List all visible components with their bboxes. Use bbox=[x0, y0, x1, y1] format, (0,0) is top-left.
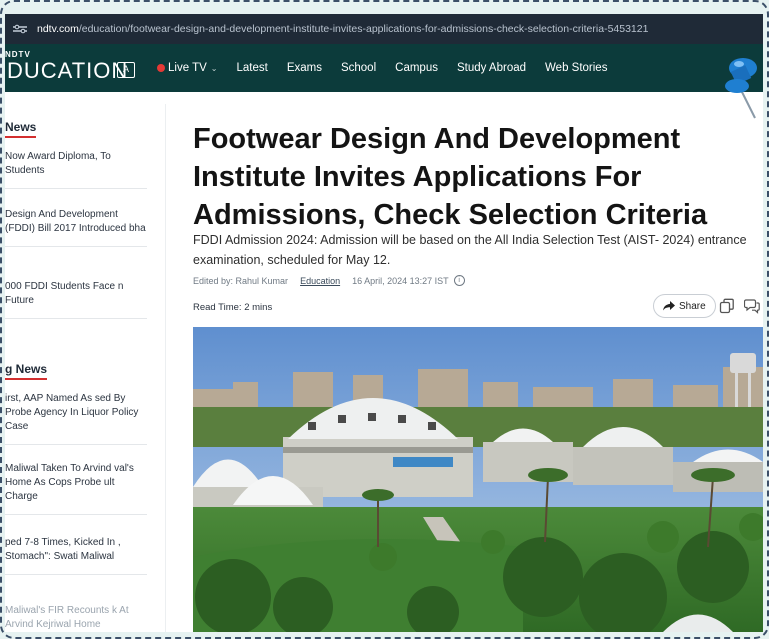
sidebar-trending-item[interactable]: Maliwal's FIR Recounts k At Arvind Kejri… bbox=[5, 604, 147, 632]
site-navbar: NDTV DUCATION A Live TV ⌄ Latest Exams S… bbox=[5, 44, 763, 92]
nav-school[interactable]: School bbox=[341, 62, 376, 74]
share-label: Share bbox=[679, 300, 706, 312]
column-divider bbox=[165, 104, 166, 632]
nav-latest[interactable]: Latest bbox=[236, 62, 267, 74]
sidebar-trending-item[interactable]: ped 7-8 Times, Kicked In , Stomach": Swa… bbox=[5, 536, 147, 575]
sidebar-section-title: News bbox=[5, 120, 37, 138]
sidebar-news-item[interactable]: Design And Development (FDDI) Bill 2017 … bbox=[5, 208, 147, 247]
url-path: /education/footwear-design-and-developme… bbox=[78, 23, 649, 35]
address-bar[interactable]: ndtv.com/education/footwear-design-and-d… bbox=[5, 14, 763, 44]
share-icon bbox=[663, 301, 675, 311]
read-time: Read Time: 2 mins bbox=[193, 302, 273, 313]
pushpin-icon bbox=[725, 58, 757, 119]
nav-web-stories[interactable]: Web Stories bbox=[545, 62, 607, 74]
sidebar-news-item[interactable]: Now Award Diploma, To Students bbox=[5, 150, 147, 189]
nav-live-tv[interactable]: Live TV ⌄ bbox=[157, 62, 217, 74]
nav-campus[interactable]: Campus bbox=[395, 62, 438, 74]
nav-live-label: Live TV bbox=[168, 62, 207, 74]
sidebar-trending-item[interactable]: Maliwal Taken To Arvind val's Home As Co… bbox=[5, 462, 147, 515]
left-sidebar: News Now Award Diploma, To Students Desi… bbox=[5, 92, 155, 632]
info-icon[interactable]: i bbox=[453, 275, 465, 286]
nav-exams[interactable]: Exams bbox=[287, 62, 322, 74]
nav-links: Live TV ⌄ Latest Exams School Campus Stu… bbox=[157, 44, 626, 92]
nav-study-abroad[interactable]: Study Abroad bbox=[457, 62, 526, 74]
article-editor: Edited by: Rahul Kumar bbox=[193, 275, 289, 286]
url-domain: ndtv.com bbox=[37, 23, 79, 35]
language-icon[interactable]: A bbox=[117, 62, 135, 78]
article-meta: Edited by: Rahul Kumar Education 16 Apri… bbox=[193, 275, 465, 286]
article-photo bbox=[193, 327, 763, 632]
sidebar-trending-item[interactable]: irst, AAP Named As sed By Probe Agency I… bbox=[5, 392, 147, 445]
copy-icon[interactable] bbox=[719, 298, 735, 314]
url-text[interactable]: ndtv.com/education/footwear-design-and-d… bbox=[37, 23, 648, 35]
article-headline: Footwear Design And Development Institut… bbox=[193, 123, 708, 231]
logo-education: DUCATION bbox=[7, 58, 129, 83]
comment-icon[interactable] bbox=[744, 298, 760, 314]
article-date: 16 April, 2024 13:27 IST bbox=[352, 275, 449, 286]
share-button[interactable]: Share bbox=[653, 294, 716, 318]
sidebar-section-title: g News bbox=[5, 362, 48, 380]
article-category-link[interactable]: Education bbox=[300, 276, 340, 286]
chevron-down-icon: ⌄ bbox=[210, 63, 218, 73]
live-dot-icon bbox=[157, 64, 165, 72]
browser-screenshot: ndtv.com/education/footwear-design-and-d… bbox=[5, 14, 763, 632]
tune-icon[interactable] bbox=[13, 24, 27, 34]
article-summary: FDDI Admission 2024: Admission will be b… bbox=[193, 233, 747, 267]
sidebar-news-item[interactable]: 000 FDDI Students Face n Future bbox=[5, 280, 147, 319]
